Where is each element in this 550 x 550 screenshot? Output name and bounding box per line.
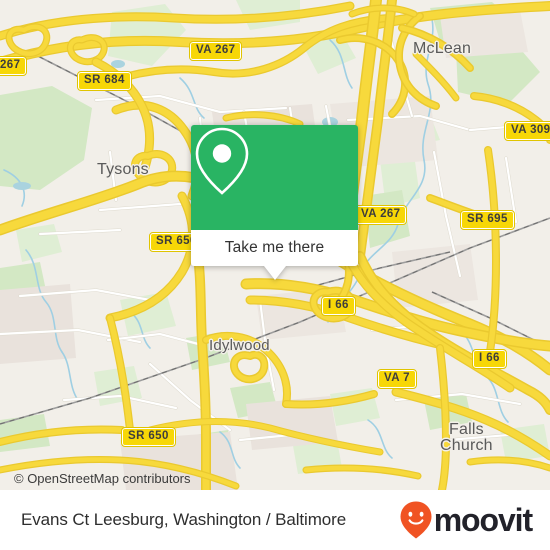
moovit-pin-smiley-icon [400,501,432,539]
map-pin-icon [195,127,249,195]
moovit-map-screenshot: .rd { fill:none; stroke:#f7d93c; stroke-… [0,0,550,550]
moovit-wordmark: moovit [433,502,533,538]
map-canvas[interactable]: .rd { fill:none; stroke:#f7d93c; stroke-… [0,0,550,490]
route-shield-sr-695: SR 695 [460,210,515,230]
route-shield-i-66-left: I 66 [321,296,356,316]
route-shield-267-partial: 267 [0,56,28,76]
route-shield-va-7: VA 7 [377,369,417,389]
location-title: Evans Ct Leesburg, Washington / Baltimor… [21,510,347,529]
take-me-there-label: Take me there [224,239,325,256]
location-popup-card[interactable]: Take me there [191,125,358,280]
route-shield-sr-684: SR 684 [77,71,132,91]
moovit-brand[interactable]: moovit [399,500,533,540]
route-shield-va-309: VA 309 [503,121,550,141]
route-shield-sr-650-lower: SR 650 [121,427,176,447]
route-shield-va-267-mid: VA 267 [353,205,408,225]
footer-bar: Evans Ct Leesburg, Washington / Baltimor… [0,490,550,550]
osm-attribution[interactable]: © OpenStreetMap contributors [14,471,191,486]
popup-action-bar[interactable]: Take me there [191,230,358,266]
route-shield-va-267-top: VA 267 [188,41,243,61]
popup-pointer [263,266,286,280]
popup-header [191,125,358,230]
route-shield-i-66-right: I 66 [472,349,507,369]
